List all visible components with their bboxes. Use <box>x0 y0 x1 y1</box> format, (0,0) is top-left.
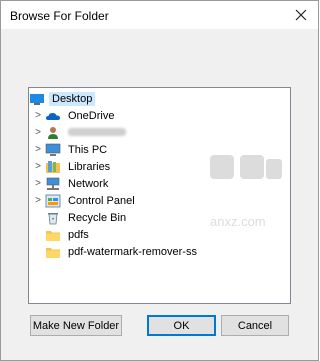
chevron-right-icon[interactable]: > <box>33 175 43 192</box>
chevron-right-icon[interactable]: > <box>33 141 43 158</box>
chevron-right-icon[interactable]: > <box>33 107 43 124</box>
tree-item-label: This PC <box>68 143 108 156</box>
tree-item-label: Control Panel <box>68 194 135 207</box>
redacted-user-name <box>65 126 129 140</box>
tree-item-user[interactable]: > <box>33 124 292 141</box>
user-icon <box>45 126 61 140</box>
chevron-right-icon[interactable]: > <box>33 158 43 175</box>
libraries-icon <box>45 160 61 174</box>
chevron-right-icon[interactable]: > <box>33 192 43 209</box>
tree-item-onedrive[interactable]: > OneDrive <box>33 107 292 124</box>
tree-item-label: Recycle Bin <box>68 211 127 224</box>
desktop-icon <box>29 92 45 106</box>
tree-item-pdf-watermark-remover-ss[interactable]: pdf-watermark-remover-ss <box>43 243 302 260</box>
watermark-text: anxz.com <box>210 214 266 229</box>
dialog-title: Browse For Folder <box>10 9 109 23</box>
tree-item-label: Desktop <box>49 91 96 106</box>
close-icon <box>295 9 307 21</box>
make-new-folder-button[interactable]: Make New Folder <box>30 315 122 336</box>
control-panel-icon <box>45 194 61 208</box>
cloud-icon <box>45 109 61 123</box>
tree-item-label: pdfs <box>68 228 89 241</box>
cancel-button[interactable]: Cancel <box>221 315 289 336</box>
close-button[interactable] <box>290 6 312 24</box>
tree-item-label: OneDrive <box>68 109 115 122</box>
chevron-right-icon[interactable]: > <box>33 124 43 141</box>
folder-icon <box>45 228 61 242</box>
ok-button[interactable]: OK <box>147 315 216 336</box>
network-icon <box>45 177 61 191</box>
tree-item-label: pdf-watermark-remover-ss <box>68 245 197 258</box>
tree-item-desktop[interactable]: Desktop <box>29 90 288 107</box>
recycle-bin-icon <box>45 211 61 225</box>
computer-icon <box>45 143 61 157</box>
browse-for-folder-dialog: Browse For Folder Desktop > OneDrive > >… <box>0 0 319 361</box>
folder-icon <box>45 245 61 259</box>
tree-item-label: Network <box>68 177 109 190</box>
title-bar: Browse For Folder <box>1 1 318 29</box>
tree-item-label: Libraries <box>68 160 111 173</box>
watermark: anxz.com <box>206 151 286 229</box>
